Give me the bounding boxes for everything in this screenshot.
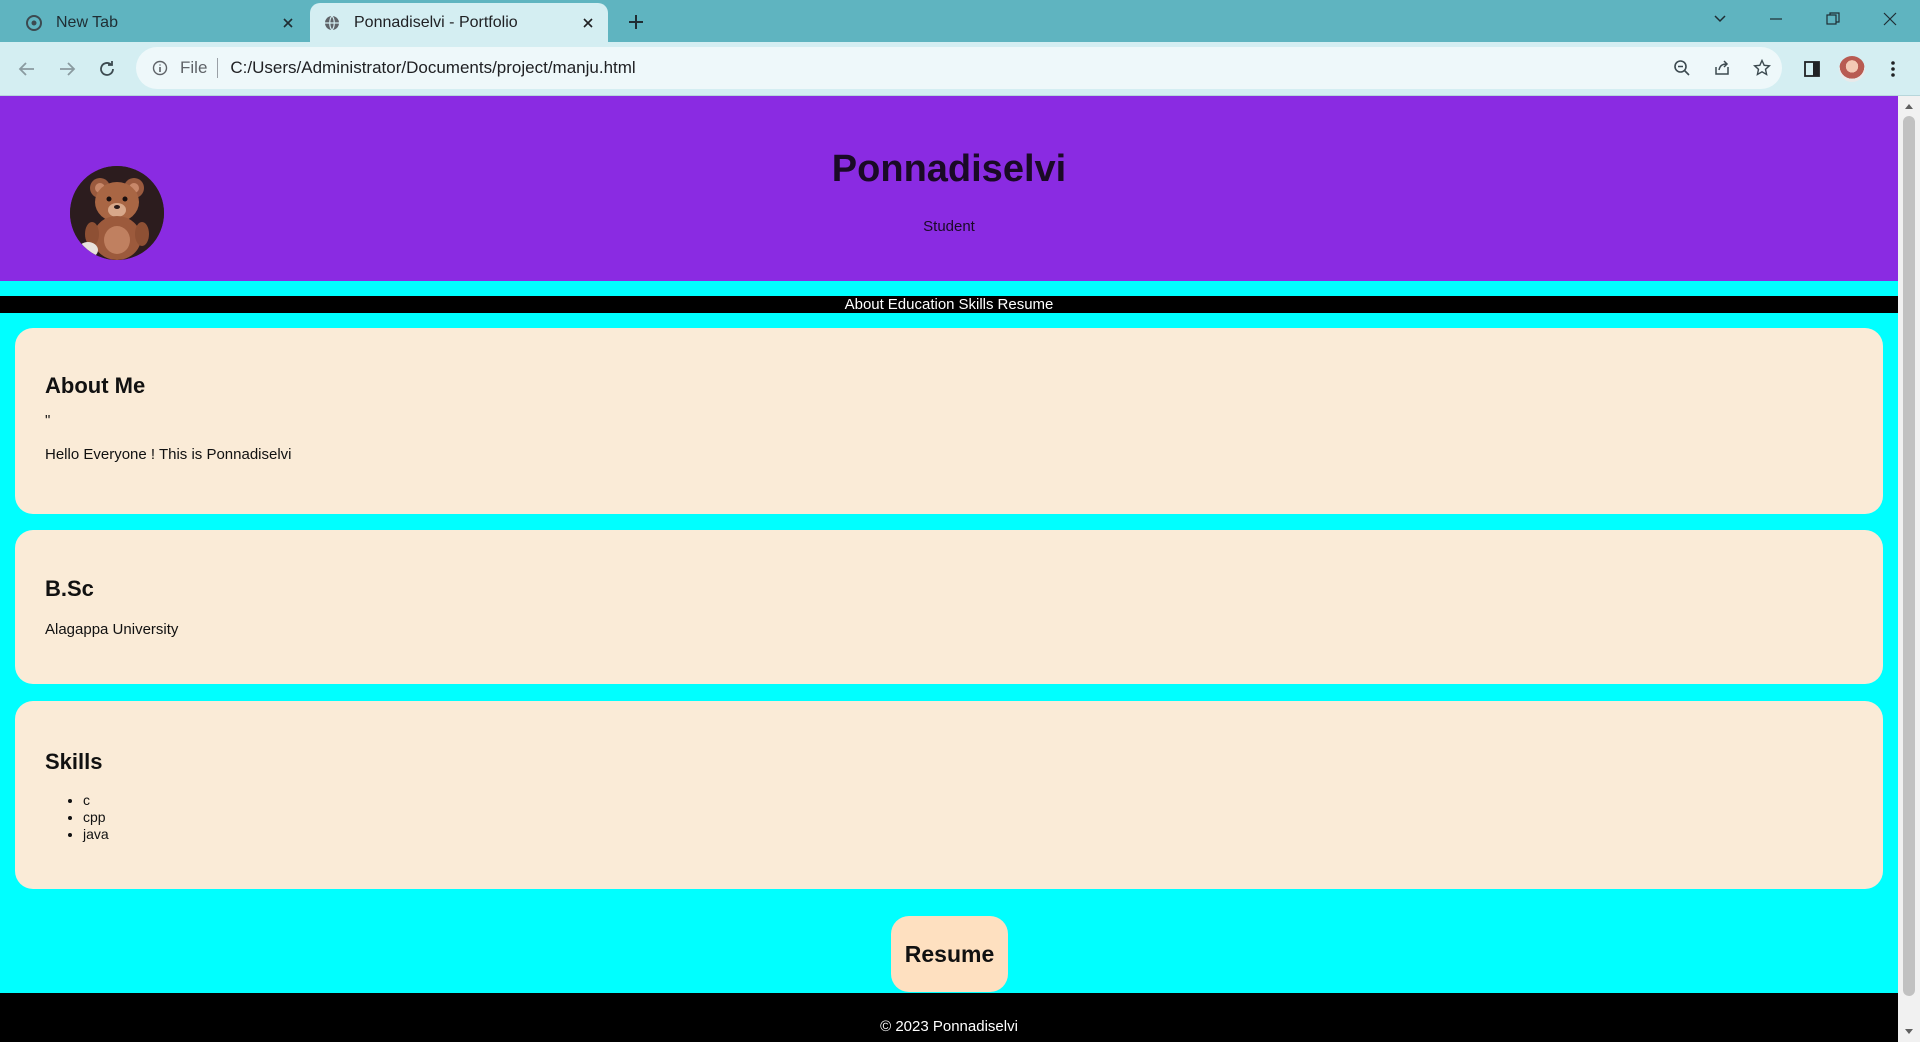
list-item: cpp (83, 809, 109, 826)
skills-list: c cpp java (83, 792, 109, 843)
page-viewport: Ponnadiselvi Student About Education Ski… (0, 96, 1898, 1042)
globe-icon (324, 15, 340, 31)
about-quote-mark: " (45, 412, 51, 429)
about-text: Hello Everyone ! This is Ponnadiselvi (45, 446, 292, 463)
tab-portfolio[interactable]: Ponnadiselvi - Portfolio (310, 3, 608, 42)
nav-link-skills[interactable]: Skills (959, 296, 994, 313)
nav-link-about[interactable]: About (845, 296, 884, 313)
about-section: About Me " Hello Everyone ! This is Ponn… (15, 328, 1883, 514)
close-window-button[interactable] (1862, 0, 1918, 38)
reload-button[interactable] (90, 52, 124, 86)
site-footer: © 2023 Ponnadiselvi (0, 993, 1898, 1042)
scheme-label: File (180, 58, 208, 77)
resume-button[interactable]: Resume (891, 916, 1008, 992)
bookmark-star-icon[interactable] (1744, 47, 1780, 89)
restore-button[interactable] (1805, 0, 1861, 38)
scroll-down-arrow-icon[interactable] (1903, 1026, 1915, 1038)
education-institution: Alagappa University (45, 621, 179, 638)
forward-button[interactable] (50, 52, 84, 86)
profile-avatar[interactable] (1835, 52, 1869, 86)
education-section: B.Sc Alagappa University (15, 530, 1883, 684)
site-header: Ponnadiselvi Student (0, 96, 1898, 281)
minimize-button[interactable] (1748, 0, 1804, 38)
avatar (1839, 56, 1865, 82)
site-subtitle: Student (923, 218, 975, 235)
browser-toolbar: File C:/Users/Administrator/Documents/pr… (0, 42, 1920, 96)
url-text[interactable]: C:/Users/Administrator/Documents/project… (230, 58, 1782, 78)
new-tab-button[interactable] (622, 8, 650, 36)
more-menu-icon[interactable] (1876, 52, 1910, 86)
list-item: java (83, 826, 109, 843)
skills-heading: Skills (45, 749, 103, 774)
share-icon[interactable] (1704, 47, 1740, 89)
divider (217, 58, 219, 78)
info-icon[interactable] (150, 58, 170, 78)
footer-text: © 2023 Ponnadiselvi (880, 1018, 1018, 1035)
education-heading: B.Sc (45, 576, 94, 601)
skills-section: Skills c cpp java (15, 701, 1883, 889)
tab-new-tab[interactable]: New Tab (12, 3, 308, 42)
site-nav: About Education Skills Resume (0, 296, 1898, 313)
side-panel-icon[interactable] (1795, 52, 1829, 86)
close-icon[interactable] (274, 9, 302, 37)
list-item: c (83, 792, 109, 809)
scroll-thumb[interactable] (1903, 116, 1915, 996)
tab-title: New Tab (56, 13, 118, 31)
page-scrollbar[interactable] (1898, 96, 1920, 1042)
browser-tab-bar: New Tab Ponnadiselvi - Portfolio (0, 0, 1920, 42)
zoom-icon[interactable] (1664, 47, 1700, 89)
about-heading: About Me (45, 373, 146, 398)
nav-link-resume[interactable]: Resume (998, 296, 1054, 313)
scroll-up-arrow-icon[interactable] (1903, 100, 1915, 112)
back-button[interactable] (10, 52, 44, 86)
tab-title: Ponnadiselvi - Portfolio (354, 13, 518, 31)
close-icon[interactable] (574, 9, 602, 37)
nav-link-education[interactable]: Education (888, 296, 955, 313)
chrome-icon (26, 14, 42, 31)
address-bar[interactable]: File C:/Users/Administrator/Documents/pr… (136, 47, 1782, 89)
tab-search-chevron-icon[interactable] (1692, 0, 1748, 38)
site-title: Ponnadiselvi (831, 148, 1067, 190)
